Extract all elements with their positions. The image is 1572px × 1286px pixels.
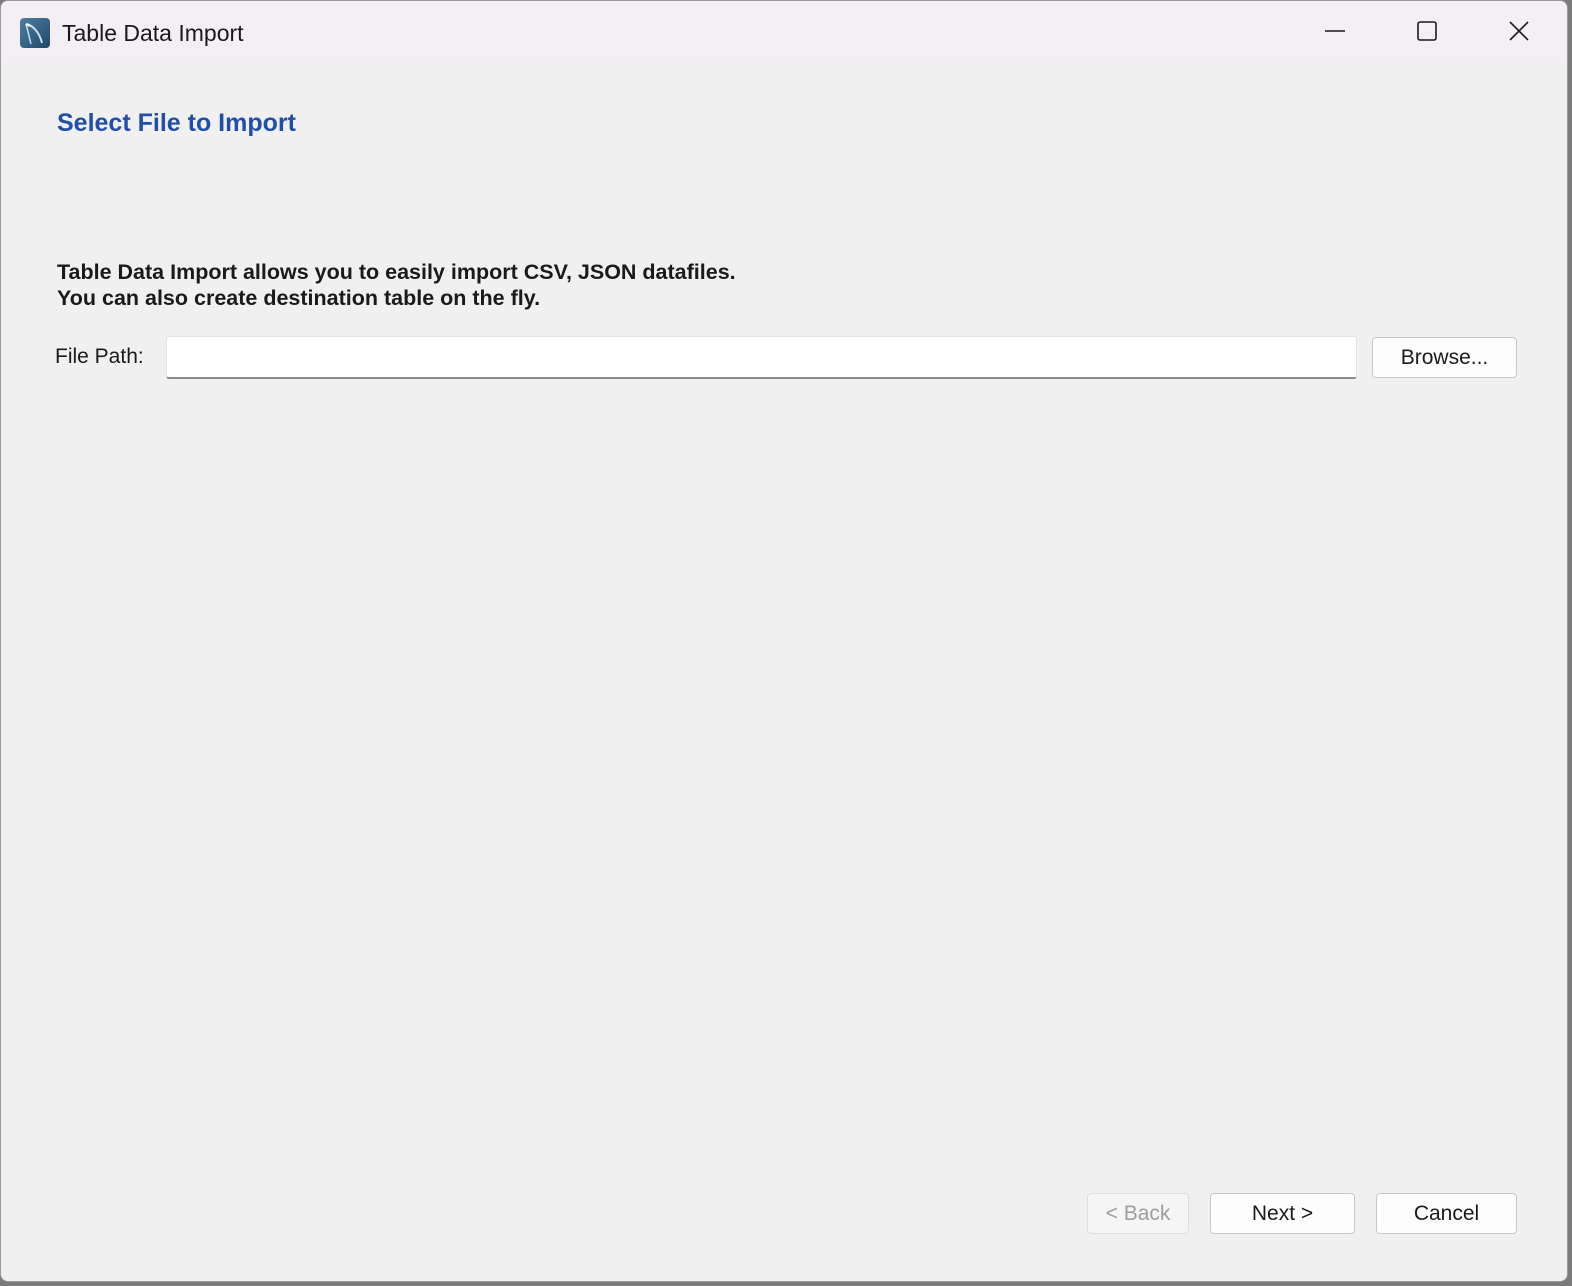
page-title: Select File to Import [57, 109, 296, 137]
description-line: Table Data Import allows you to easily i… [57, 260, 736, 284]
minimize-icon [1325, 30, 1345, 32]
page-description: Table Data Import allows you to easily i… [57, 259, 736, 311]
browse-button[interactable]: Browse... [1372, 337, 1517, 378]
import-wizard-window: Table Data Import Select File to Import … [0, 0, 1568, 1282]
maximize-icon [1417, 21, 1437, 41]
cancel-button[interactable]: Cancel [1376, 1193, 1517, 1234]
maximize-button[interactable] [1381, 1, 1473, 61]
file-path-input[interactable] [166, 336, 1357, 379]
minimize-button[interactable] [1289, 1, 1381, 61]
file-path-label: File Path: [55, 345, 144, 368]
window-title: Table Data Import [62, 20, 244, 46]
title-bar[interactable]: Table Data Import [1, 1, 1567, 63]
description-line: You can also create destination table on… [57, 286, 541, 310]
close-icon [1509, 21, 1529, 41]
mysql-workbench-icon [20, 18, 50, 48]
back-button[interactable]: < Back [1087, 1193, 1189, 1234]
next-button[interactable]: Next > [1210, 1193, 1355, 1234]
close-button[interactable] [1473, 1, 1565, 61]
